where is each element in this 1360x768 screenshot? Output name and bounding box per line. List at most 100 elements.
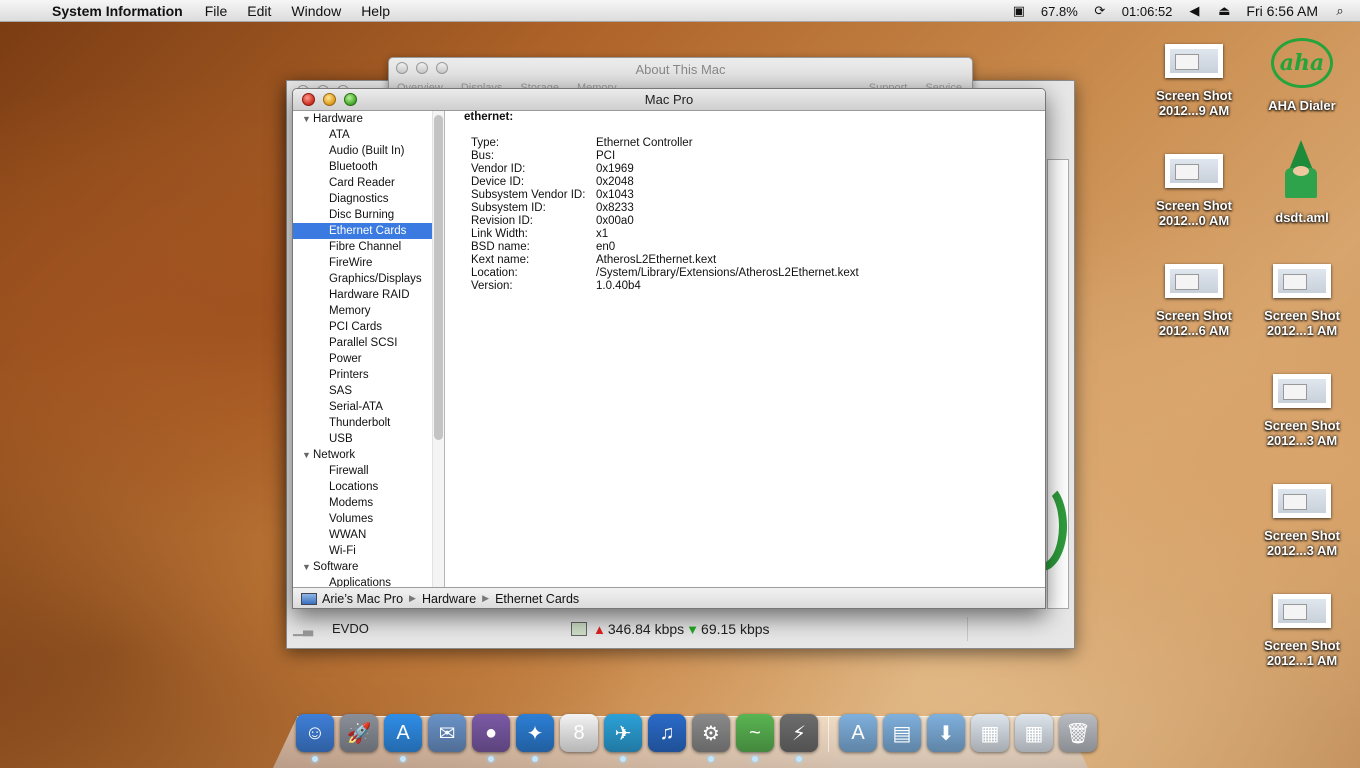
sidebar-item-thunderbolt[interactable]: Thunderbolt bbox=[293, 415, 444, 431]
facetime-app-icon[interactable]: ● bbox=[472, 714, 510, 762]
path-segment-computer[interactable]: Arie’s Mac Pro bbox=[322, 592, 403, 606]
applications-stack-icon[interactable]: A bbox=[839, 714, 877, 752]
sidebar-item-sas[interactable]: SAS bbox=[293, 383, 444, 399]
sync-icon[interactable]: ⟳ bbox=[1092, 4, 1108, 18]
app-name-menu[interactable]: System Information bbox=[52, 3, 183, 19]
desktop-file-screenshot[interactable]: Screen Shot 2012...9 AM bbox=[1139, 44, 1249, 118]
sidebar-item-wwan[interactable]: WWAN bbox=[293, 527, 444, 543]
sidebar-item-parallel-scsi[interactable]: Parallel SCSI bbox=[293, 335, 444, 351]
sidebar-item-audio[interactable]: Audio (Built In) bbox=[293, 143, 444, 159]
sidebar-item-modems[interactable]: Modems bbox=[293, 495, 444, 511]
dock: ☺ 🚀 A ✉ ● ✦ 8 ✈ ♫ ⚙ ~ ⚡ A ▤ ⬇ ▦ ▦ 🗑 bbox=[296, 714, 1097, 762]
system-information-window[interactable]: Mac Pro ▼ Hardware ATA Audio (Built In) … bbox=[292, 88, 1046, 609]
sidebar-item-usb[interactable]: USB bbox=[293, 431, 444, 447]
sidebar-item-memory[interactable]: Memory bbox=[293, 303, 444, 319]
network-status-bar: ▁▃ EVDO ▲ 346.84 kbps ▼ 69.15 kbps bbox=[287, 609, 1076, 649]
sidebar-item-wi-fi[interactable]: Wi-Fi bbox=[293, 543, 444, 559]
eject-icon[interactable]: ⏏ bbox=[1216, 4, 1232, 18]
twitter-app-icon[interactable]: ✈ bbox=[604, 714, 642, 762]
desktop-app-aha-dialer[interactable]: aha AHA Dialer bbox=[1247, 38, 1357, 113]
sidebar-item-volumes[interactable]: Volumes bbox=[293, 511, 444, 527]
property-value: AtherosL2Ethernet.kext bbox=[596, 254, 717, 266]
sidebar-item-applications[interactable]: Applications bbox=[293, 575, 444, 587]
battery-percentage[interactable]: 67.8% bbox=[1041, 4, 1078, 19]
sidebar-group-hardware[interactable]: ▼ Hardware bbox=[293, 111, 444, 127]
path-separator-icon: ▶ bbox=[482, 593, 490, 603]
safari-app-icon[interactable]: ✦ bbox=[516, 714, 554, 762]
sidebar-item-firewire[interactable]: FireWire bbox=[293, 255, 444, 271]
timer-readout[interactable]: 01:06:52 bbox=[1122, 4, 1173, 19]
sidebar-scrollbar-thumb[interactable] bbox=[434, 115, 443, 440]
sidebar-item-ata[interactable]: ATA bbox=[293, 127, 444, 143]
app-store-app-icon[interactable]: A bbox=[384, 714, 422, 762]
screenshot-thumbnail-icon bbox=[1273, 484, 1331, 518]
screenshot-stack-2-icon[interactable]: ▦ bbox=[1015, 714, 1053, 752]
path-segment-ethernet-cards[interactable]: Ethernet Cards bbox=[495, 592, 579, 606]
screenshot-thumbnail-icon bbox=[1165, 264, 1223, 298]
desktop-file-dsdt[interactable]: dsdt.aml bbox=[1247, 140, 1357, 225]
path-segment-hardware[interactable]: Hardware bbox=[422, 592, 476, 606]
disclosure-triangle-icon[interactable]: ▼ bbox=[302, 447, 311, 463]
download-rate: 69.15 kbps bbox=[701, 621, 770, 637]
menu-file[interactable]: File bbox=[205, 3, 228, 19]
file-label: AHA Dialer bbox=[1268, 98, 1336, 113]
mail-app-icon[interactable]: ✉ bbox=[428, 714, 466, 752]
system-preferences-app-icon[interactable]: ⚙ bbox=[692, 714, 730, 762]
desktop-file-screenshot[interactable]: Screen Shot 2012...3 AM bbox=[1247, 484, 1357, 558]
aha-dialer-icon: aha bbox=[1271, 38, 1333, 88]
system-information-app-icon[interactable]: ⚡ bbox=[780, 714, 818, 762]
trash-icon[interactable]: 🗑 bbox=[1059, 714, 1097, 752]
sidebar-item-graphics-displays[interactable]: Graphics/Displays bbox=[293, 271, 444, 287]
disclosure-triangle-icon[interactable]: ▼ bbox=[302, 559, 311, 575]
property-value: 0x1043 bbox=[596, 189, 634, 201]
sidebar-item-power[interactable]: Power bbox=[293, 351, 444, 367]
sidebar-item-disc-burning[interactable]: Disc Burning bbox=[293, 207, 444, 223]
running-indicator bbox=[620, 756, 626, 762]
signal-strength-icon: ▁▃ bbox=[293, 621, 313, 636]
finder-app-icon[interactable]: ☺ bbox=[296, 714, 334, 762]
desktop-file-screenshot[interactable]: Screen Shot 2012...0 AM bbox=[1139, 154, 1249, 228]
desktop-file-screenshot[interactable]: Screen Shot 2012...1 AM bbox=[1247, 264, 1357, 338]
downloads-stack-icon[interactable]: ⬇ bbox=[927, 714, 965, 752]
sidebar-item-pci-cards[interactable]: PCI Cards bbox=[293, 319, 444, 335]
sidebar-item-card-reader[interactable]: Card Reader bbox=[293, 175, 444, 191]
sidebar-group-network[interactable]: ▼ Network bbox=[293, 447, 444, 463]
sidebar-item-printers[interactable]: Printers bbox=[293, 367, 444, 383]
aha-dialer-app-icon[interactable]: ~ bbox=[736, 714, 774, 762]
sidebar-item-fibre-channel[interactable]: Fibre Channel bbox=[293, 239, 444, 255]
desktop-file-screenshot[interactable]: Screen Shot 2012...1 AM bbox=[1247, 594, 1357, 668]
status-menus: ▣ 67.8% ⟳ 01:06:52 ◀ ⏏ Fri 6:56 AM ⌕ bbox=[1011, 0, 1348, 22]
property-row: Subsystem ID: 0x8233 bbox=[471, 202, 859, 215]
sidebar-item-firewall[interactable]: Firewall bbox=[293, 463, 444, 479]
sidebar-item-serial-ata[interactable]: Serial-ATA bbox=[293, 399, 444, 415]
sidebar-item-diagnostics[interactable]: Diagnostics bbox=[293, 191, 444, 207]
itunes-app-icon[interactable]: ♫ bbox=[648, 714, 686, 752]
desktop-file-screenshot[interactable]: Screen Shot 2012...3 AM bbox=[1247, 374, 1357, 448]
path-bar: Arie’s Mac Pro ▶ Hardware ▶ Ethernet Car… bbox=[293, 587, 1045, 608]
window-title: Mac Pro bbox=[644, 92, 694, 107]
menu-help[interactable]: Help bbox=[361, 3, 390, 19]
calendar-app-icon[interactable]: 8 bbox=[560, 714, 598, 752]
screenshot-stack-1-icon[interactable]: ▦ bbox=[971, 714, 1009, 752]
disclosure-triangle-icon[interactable]: ▼ bbox=[302, 111, 311, 127]
property-row: Vendor ID: 0x1969 bbox=[471, 163, 859, 176]
file-label: Screen Shot bbox=[1264, 528, 1340, 543]
menu-window[interactable]: Window bbox=[291, 3, 341, 19]
detail-heading: ethernet: bbox=[464, 111, 514, 123]
documents-stack-icon[interactable]: ▤ bbox=[883, 714, 921, 752]
volume-icon[interactable]: ◀ bbox=[1186, 4, 1202, 18]
window-titlebar[interactable]: Mac Pro bbox=[293, 89, 1045, 111]
menu-edit[interactable]: Edit bbox=[247, 3, 271, 19]
sidebar-item-bluetooth[interactable]: Bluetooth bbox=[293, 159, 444, 175]
sidebar-item-hardware-raid[interactable]: Hardware RAID bbox=[293, 287, 444, 303]
spotlight-search-icon[interactable]: ⌕ bbox=[1332, 4, 1348, 18]
sidebar-group-software[interactable]: ▼ Software bbox=[293, 559, 444, 575]
property-key: Kext name: bbox=[471, 254, 530, 266]
sidebar-item-ethernet-cards[interactable]: Ethernet Cards bbox=[293, 223, 432, 239]
clock[interactable]: Fri 6:56 AM bbox=[1246, 3, 1318, 19]
user-icon[interactable]: ▣ bbox=[1011, 4, 1027, 18]
launchpad-app-icon[interactable]: 🚀 bbox=[340, 714, 378, 752]
sidebar-item-locations[interactable]: Locations bbox=[293, 479, 444, 495]
desktop-file-screenshot[interactable]: Screen Shot 2012...6 AM bbox=[1139, 264, 1249, 338]
sidebar-group-label: Software bbox=[313, 561, 359, 573]
